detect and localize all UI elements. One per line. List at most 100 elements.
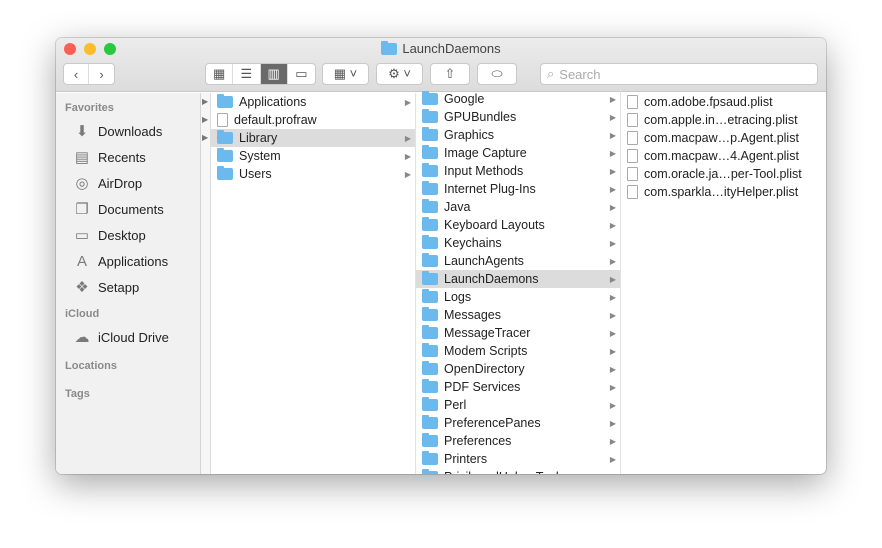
sidebar: Favorites ⬇ Downloads ▤ Recents ◎ AirDrop ❐ Doc… xyxy=(56,93,201,474)
chevron-right-icon: ▶ xyxy=(610,473,616,475)
sidebar-icon: ❖ xyxy=(75,279,89,296)
list-item[interactable]: com.macpaw…p.Agent.plist xyxy=(621,129,826,147)
folder-icon xyxy=(217,148,233,162)
chevron-right-icon: ▶ xyxy=(609,292,616,302)
list-item[interactable]: Printers ▶ xyxy=(416,450,620,468)
icloud-header: iCloud xyxy=(65,308,100,320)
column-2: Google ▶ GPUBundles ▶ Graphics ▶ Image Capture… xyxy=(416,90,621,474)
list-item[interactable]: Internet Plug-Ins ▶ xyxy=(416,180,620,198)
sidebar-item[interactable]: ❖ Setapp xyxy=(56,274,200,300)
list-item[interactable]: com.sparkla…ityHelper.plist xyxy=(621,183,826,201)
share-icon: ⇧ xyxy=(444,66,456,81)
chevron-right-icon: ▶ xyxy=(609,112,616,122)
list-item[interactable]: Perl ▶ xyxy=(416,396,620,414)
folder-icon xyxy=(422,379,438,393)
folder-icon xyxy=(422,127,438,141)
list-item[interactable]: Java ▶ xyxy=(416,198,620,216)
column-view-button[interactable]: ▥ xyxy=(260,64,288,84)
folder-icon xyxy=(422,163,438,177)
folder-icon xyxy=(422,253,438,267)
chevron-right-icon: ▶ xyxy=(609,202,616,212)
share-button[interactable]: ⇧ xyxy=(430,63,470,85)
folder-icon xyxy=(217,166,233,180)
action-button[interactable]: ⚙ ˅ xyxy=(376,63,423,85)
sidebar-icon: ⬇ xyxy=(75,123,89,140)
gallery-view-button[interactable]: ▭ xyxy=(288,64,315,84)
sidebar-item[interactable]: ▭ Desktop xyxy=(56,222,200,248)
sidebar-item[interactable]: A Applications xyxy=(56,248,200,274)
sidebar-item[interactable]: ❐ Documents xyxy=(56,196,200,222)
file-icon xyxy=(627,113,638,127)
back-button[interactable]: ‹ xyxy=(64,64,90,84)
list-item[interactable]: PreferencePanes ▶ xyxy=(416,414,620,432)
list-item[interactable]: Graphics ▶ xyxy=(416,126,620,144)
folder-icon xyxy=(422,181,438,195)
chevron-right-icon: ▶ xyxy=(609,130,616,140)
list-item[interactable]: System ▶ xyxy=(211,147,415,165)
previous-column: ▶ ▶ ▶ xyxy=(201,93,211,474)
view-switcher: ▦ ☰ ▥ ▭ xyxy=(205,63,316,85)
chevron-right-icon: ▶ xyxy=(404,169,411,179)
list-item[interactable]: MessageTracer ▶ xyxy=(416,324,620,342)
list-item[interactable]: Logs ▶ xyxy=(416,288,620,306)
folder-icon xyxy=(422,451,438,465)
file-icon xyxy=(627,185,638,199)
list-item[interactable]: Modem Scripts ▶ xyxy=(416,342,620,360)
nav-buttons: ‹ › xyxy=(63,63,115,85)
chevron-right-icon: ▶ xyxy=(609,454,616,464)
list-item[interactable]: OpenDirectory ▶ xyxy=(416,360,620,378)
toolbar: LaunchDaemons ‹ › ▦ ☰ ▥ ▭ ▦ ˅ ⚙ ˅ ⇧ ⬭ ⌕ S… xyxy=(56,38,826,92)
list-item[interactable]: Library ▶ xyxy=(211,129,415,147)
sidebar-item[interactable]: ⬇ Downloads xyxy=(56,118,200,144)
list-item[interactable]: Messages ▶ xyxy=(416,306,620,324)
list-item[interactable]: com.macpaw…4.Agent.plist xyxy=(621,147,826,165)
sidebar-item[interactable]: ☁ iCloud Drive xyxy=(56,324,200,350)
list-item[interactable]: Users ▶ xyxy=(211,165,415,183)
folder-icon xyxy=(422,235,438,249)
chevron-right-icon: ▶ xyxy=(609,310,616,320)
list-item[interactable]: LaunchDaemons ▶ xyxy=(416,270,620,288)
list-item[interactable]: LaunchAgents ▶ xyxy=(416,252,620,270)
list-item[interactable]: Applications ▶ xyxy=(211,93,415,111)
sidebar-icon: ◎ xyxy=(75,175,89,192)
search-field[interactable]: ⌕ Search xyxy=(540,63,818,85)
folder-icon xyxy=(422,271,438,285)
list-item[interactable]: com.adobe.fpsaud.plist xyxy=(621,93,826,111)
folder-icon xyxy=(381,40,398,55)
list-item[interactable]: default.profraw xyxy=(211,111,415,129)
file-icon xyxy=(627,149,638,163)
folder-icon xyxy=(422,145,438,159)
forward-button[interactable]: › xyxy=(89,64,114,84)
list-item[interactable]: Input Methods ▶ xyxy=(416,162,620,180)
favorites-header: Favorites xyxy=(65,102,114,114)
sidebar-item[interactable]: ▤ Recents xyxy=(56,144,200,170)
folder-icon xyxy=(422,415,438,429)
icon-view-button[interactable]: ▦ xyxy=(206,64,234,84)
chevron-right-icon: ▶ xyxy=(609,400,616,410)
tags-header[interactable]: Tags xyxy=(56,384,200,404)
list-item[interactable]: PDF Services ▶ xyxy=(416,378,620,396)
list-item[interactable]: com.apple.in…etracing.plist xyxy=(621,111,826,129)
gear-icon: ⚙ ˅ xyxy=(388,66,411,81)
list-item[interactable]: Keyboard Layouts ▶ xyxy=(416,216,620,234)
chevron-right-icon: ▶ xyxy=(404,151,411,161)
sidebar-icon: ▤ xyxy=(74,149,90,166)
list-item[interactable]: Image Capture ▶ xyxy=(416,144,620,162)
chevron-right-icon: ▶ xyxy=(609,364,616,374)
group-button[interactable]: ▦ ˅ xyxy=(322,63,369,85)
list-item[interactable]: Keychains ▶ xyxy=(416,234,620,252)
list-item[interactable]: Preferences ▶ xyxy=(416,432,620,450)
sidebar-item[interactable]: ◎ AirDrop xyxy=(56,170,200,196)
chevron-right-icon: ▶ xyxy=(609,436,616,446)
folder-icon xyxy=(422,433,438,447)
group-icon: ▦ ˅ xyxy=(333,66,358,81)
list-item[interactable]: PrivilegedHelperTools▶ xyxy=(416,468,620,474)
tag-button[interactable]: ⬭ xyxy=(477,63,517,85)
list-item[interactable]: GPUBundles ▶ xyxy=(416,108,620,126)
list-view-button[interactable]: ☰ xyxy=(233,64,261,84)
chevron-right-icon: ▶ xyxy=(404,133,411,143)
list-item[interactable]: com.oracle.ja…per-Tool.plist xyxy=(621,165,826,183)
tag-icon: ⬭ xyxy=(491,66,503,81)
locations-header[interactable]: Locations xyxy=(56,356,200,376)
list-item[interactable]: Google ▶ xyxy=(416,90,620,108)
